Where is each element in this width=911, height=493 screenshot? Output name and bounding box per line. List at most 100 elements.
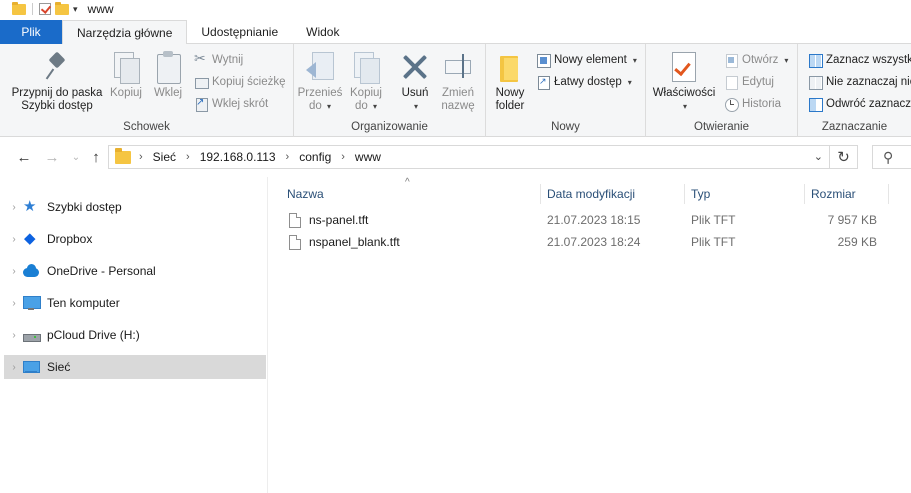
file-icon (289, 234, 301, 250)
expand-chevron-icon[interactable]: › (4, 330, 22, 341)
nav-item-label: pCloud Drive (H:) (47, 328, 140, 342)
column-header-size[interactable]: Rozmiar (805, 184, 889, 204)
new-folder-icon[interactable] (55, 1, 69, 15)
tab-home[interactable]: Narzędzia główne (62, 20, 188, 45)
easy-access-button[interactable]: Łatwy dostęp ▾ (536, 75, 632, 90)
breadcrumb-host[interactable]: 192.168.0.113 (200, 150, 276, 164)
tab-view[interactable]: Widok (292, 20, 353, 44)
nav-item-label: Dropbox (47, 232, 93, 246)
rename-button[interactable]: Zmień nazwę (438, 50, 478, 113)
copy-button[interactable]: Kopiuj (108, 50, 144, 100)
file-name-cell[interactable]: nspanel_blank.tft (289, 231, 539, 253)
group-label-open: Otwieranie (694, 121, 749, 133)
invert-selection-label: Odwróć zaznaczenie (826, 98, 911, 110)
tab-share[interactable]: Udostępnianie (187, 20, 292, 44)
nav-item-pcloud-drive[interactable]: › pCloud Drive (H:) (4, 323, 266, 347)
expand-chevron-icon[interactable]: › (4, 202, 22, 213)
group-organize: Przenieś do ▾ Kopiuj do ▾ Usuń ▾ Zmień n… (294, 44, 486, 137)
paste-button[interactable]: Wklej (150, 50, 186, 100)
expand-chevron-icon[interactable]: › (4, 234, 22, 245)
forward-arrow-icon[interactable]: → (42, 147, 62, 167)
recent-locations-chevron-icon[interactable]: ⌄ (66, 147, 86, 167)
properties-check-icon[interactable] (39, 3, 51, 15)
file-name: ns-panel.tft (309, 213, 369, 227)
file-row[interactable]: ns-panel.tft 21.07.2023 18:15 Plik TFT 7… (281, 209, 889, 231)
file-list: ^ Nazwa Data modyfikacji Typ Rozmiar ns-… (269, 177, 911, 493)
open-icon (724, 53, 738, 68)
address-bar[interactable]: › Sieć › 192.168.0.113 › config › www ⌄ (108, 145, 830, 169)
column-header-name[interactable]: Nazwa (281, 184, 541, 204)
paste-shortcut-button[interactable]: Wklej skrót (194, 97, 268, 112)
address-dropdown-chevron-icon[interactable]: ⌄ (814, 150, 823, 163)
breadcrumb-network[interactable]: Sieć (153, 150, 176, 164)
breadcrumb-www[interactable]: www (355, 150, 381, 164)
group-new: Nowy folder Nowy element ▾ Łatwy dostęp … (486, 44, 646, 137)
nav-item-onedrive[interactable]: › OneDrive - Personal (4, 259, 266, 283)
select-all-button[interactable]: Zaznacz wszystko (808, 53, 911, 68)
nav-item-label: Sieć (47, 360, 71, 374)
nav-item-quick-access[interactable]: › Szybki dostęp (4, 195, 266, 219)
column-header-date[interactable]: Data modyfikacji (541, 184, 685, 204)
nav-item-label: Szybki dostęp (47, 200, 122, 214)
rename-label-line1: Zmień (442, 87, 474, 99)
breadcrumb-config[interactable]: config (299, 150, 331, 164)
expand-chevron-icon[interactable]: › (4, 362, 22, 373)
nav-item-network[interactable]: › Sieć (4, 355, 266, 379)
file-name-cell[interactable]: ns-panel.tft (289, 209, 539, 231)
group-select: Zaznacz wszystko Nie zaznaczaj nic Odwró… (798, 44, 911, 137)
cut-button[interactable]: Wytnij (194, 50, 244, 67)
refresh-icon[interactable]: ↻ (830, 145, 858, 169)
column-header-type[interactable]: Typ (685, 184, 805, 204)
easy-access-label: Łatwy dostęp (554, 76, 622, 88)
pin-label-line2: Szybki dostęp (21, 100, 93, 112)
toolbar-separator (32, 3, 33, 15)
computer-icon (22, 295, 41, 311)
expand-chevron-icon[interactable]: › (4, 266, 22, 277)
new-item-button[interactable]: Nowy element ▾ (536, 53, 637, 68)
select-all-icon (808, 53, 823, 68)
new-item-icon (536, 53, 551, 68)
nav-item-dropbox[interactable]: › Dropbox (4, 227, 266, 251)
invert-selection-button[interactable]: Odwróć zaznaczenie (808, 97, 911, 112)
file-row[interactable]: nspanel_blank.tft 21.07.2023 18:24 Plik … (281, 231, 889, 253)
properties-icon (668, 50, 700, 84)
select-none-button[interactable]: Nie zaznaczaj nic (808, 75, 911, 90)
chevron-right-icon[interactable]: › (341, 151, 345, 163)
chevron-right-icon[interactable]: › (286, 151, 290, 163)
new-folder-button[interactable]: Nowy folder (492, 50, 528, 113)
properties-button[interactable]: Właściwości ▾ (650, 50, 718, 113)
group-label-select: Zaznaczanie (821, 121, 888, 133)
move-to-button[interactable]: Przenieś do ▾ (298, 50, 342, 113)
star-icon (22, 197, 40, 215)
chevron-right-icon[interactable]: › (186, 151, 190, 163)
chevron-down-icon: ▾ (682, 102, 687, 111)
open-button[interactable]: Otwórz ▾ (724, 53, 788, 68)
folder-icon (12, 1, 26, 15)
tab-file[interactable]: Plik (0, 20, 62, 44)
quick-access-toolbar: ▾ (0, 1, 78, 15)
new-item-label: Nowy element (554, 54, 627, 66)
back-arrow-icon[interactable]: ← (14, 147, 34, 167)
expand-chevron-icon[interactable]: › (4, 298, 22, 309)
delete-button[interactable]: Usuń ▾ (394, 50, 436, 113)
chevron-down-icon: ▾ (372, 102, 377, 111)
pin-label-line1: Przypnij do paska (11, 87, 103, 99)
copy-icon (110, 50, 142, 84)
edit-button[interactable]: Edytuj (724, 75, 774, 90)
copy-path-button[interactable]: Kopiuj ścieżkę (194, 75, 286, 89)
copy-to-button[interactable]: Kopiuj do ▾ (346, 50, 386, 113)
chevron-right-icon[interactable]: › (139, 151, 143, 163)
title-bar: ▾ www (0, 0, 911, 18)
customize-toolbar-dropdown-icon[interactable]: ▾ (73, 4, 78, 15)
cut-label: Wytnij (212, 54, 244, 66)
search-box[interactable]: ⚲ (872, 145, 911, 169)
ribbon: Przypnij do paska Szybki dostęp Kopiuj W… (0, 44, 911, 137)
history-button[interactable]: Historia (724, 97, 781, 112)
ribbon-tabs: Plik Narzędzia główne Udostępnianie Wido… (0, 20, 911, 45)
invert-selection-icon (808, 97, 823, 112)
rename-label-line2: nazwę (441, 100, 475, 112)
pin-quick-access-button[interactable]: Przypnij do paska Szybki dostęp (10, 50, 104, 113)
nav-item-this-pc[interactable]: › Ten komputer (4, 291, 266, 315)
move-to-label-line2: do (308, 100, 322, 112)
up-arrow-icon[interactable]: ↑ (86, 147, 106, 167)
